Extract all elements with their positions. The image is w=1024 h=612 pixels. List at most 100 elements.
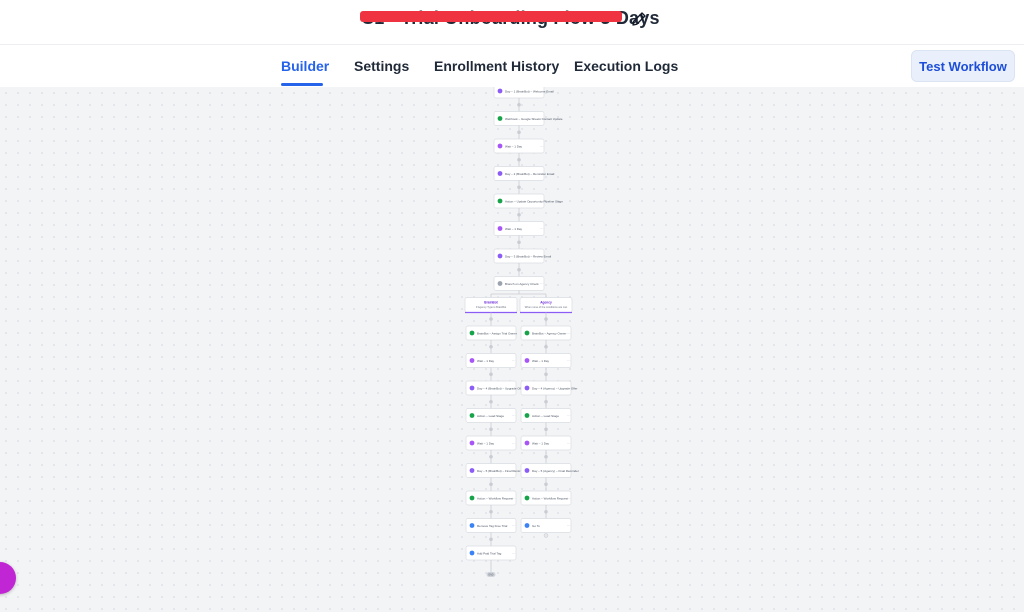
step-label: Action – Workflow Request (477, 497, 513, 501)
workflow-step-card[interactable]: Day – 4 (Agency) – Upgrade Offer⋯ (520, 380, 577, 396)
step-label: Branch on Agency Check (505, 282, 539, 286)
tab-settings[interactable]: Settings (354, 58, 409, 74)
workflow-step-card[interactable]: Day – 4 (BrainBot) – Upgrade Offer⋯ (465, 380, 524, 396)
add-step-icon[interactable] (517, 267, 521, 272)
add-step-icon[interactable] (544, 454, 548, 459)
more-options-icon[interactable]: ⋯ (512, 332, 516, 336)
workflow-step-card[interactable]: Branch on Agency Check ⋯ (493, 276, 545, 291)
workflow-step-card[interactable]: Day – 5 (BrainBot) – Final Reminder⋯ (465, 463, 525, 478)
step-label: Wait – 1 Day (477, 359, 495, 363)
workflow-step-card[interactable]: Action – Update Opportunity Pipeline Sta… (493, 193, 563, 209)
wait-icon (469, 440, 475, 446)
more-options-icon[interactable]: ⋯ (567, 414, 571, 418)
more-options-icon[interactable]: ⋯ (540, 227, 544, 231)
workflow-step-card[interactable]: Day – 5 (Agency) – Final Reminder⋯ (520, 463, 579, 478)
step-label: Remove Tag Free Trial (477, 524, 508, 528)
more-options-icon[interactable]: ⋯ (540, 172, 544, 176)
more-options-icon[interactable]: ⋯ (567, 524, 571, 528)
workflow-step-card[interactable]: Webhook – Google Sheets Contact Update⋯ (493, 111, 563, 126)
more-options-icon[interactable]: ⋯ (540, 145, 544, 149)
workflow-step-card[interactable]: Wait – 1 Day ⋯ (465, 435, 517, 451)
more-options-icon[interactable]: ⋯ (512, 359, 516, 363)
more-options-icon[interactable]: ⋯ (512, 497, 516, 501)
add-step-icon[interactable] (489, 372, 493, 377)
test-workflow-button[interactable]: Test Workflow (911, 50, 1015, 82)
tab-execution-logs[interactable]: Execution Logs (574, 58, 678, 74)
add-step-icon[interactable] (544, 372, 548, 377)
add-step-icon[interactable] (517, 185, 521, 190)
add-step-icon[interactable] (517, 240, 521, 245)
active-tab-indicator (281, 83, 323, 86)
email-icon (497, 88, 503, 94)
step-label: Day – 4 (Agency) – Upgrade Offer (532, 387, 577, 391)
add-step-icon[interactable] (544, 317, 548, 321)
add-step-icon[interactable] (517, 130, 521, 135)
workflow-step-card[interactable]: Action – Workflow Request ⋯ (465, 490, 517, 506)
add-step-icon[interactable] (489, 454, 493, 459)
add-step-icon[interactable] (544, 344, 548, 349)
workflow-step-card[interactable]: Day – 1 (BrainBot) – Welcome Email⋯ (493, 87, 554, 99)
tab-enrollment-history[interactable]: Enrollment History (434, 58, 559, 74)
pencil-icon[interactable] (630, 10, 648, 28)
goto-connector-icon[interactable] (543, 533, 549, 538)
more-options-icon[interactable]: ⋯ (512, 469, 516, 473)
step-label: Action – Lead Stage (532, 414, 559, 418)
add-step-icon[interactable] (489, 537, 493, 542)
more-options-icon[interactable]: ⋯ (567, 442, 571, 446)
add-step-icon[interactable] (544, 509, 548, 514)
branch-header-card[interactable]: AgencyWhen none of the conditions are me… (519, 297, 573, 314)
more-options-icon[interactable]: ⋯ (567, 497, 571, 501)
add-step-icon[interactable] (489, 509, 493, 514)
workflow-step-card[interactable]: BrainBot – Agency Owner ⋯ (520, 325, 572, 341)
more-options-icon[interactable]: ⋯ (512, 442, 516, 446)
workflow-step-card[interactable]: Day – 2 (BrainBot) – Reminder Email⋯ (493, 166, 555, 181)
more-options-icon[interactable]: ⋯ (540, 90, 544, 94)
workflow-step-card[interactable]: Wait – 1 Day ⋯ (493, 221, 545, 236)
email-icon (497, 171, 503, 176)
add-step-icon[interactable] (489, 399, 493, 404)
more-options-icon[interactable]: ⋯ (567, 387, 571, 391)
branch-header-card[interactable]: BrainBotIf Agency Type is BrainBot (464, 297, 518, 314)
more-options-icon[interactable]: ⋯ (567, 469, 571, 473)
more-options-icon[interactable]: ⋯ (540, 200, 544, 204)
workflow-step-card[interactable]: Day – 3 (BrainBot) – Review Email⋯ (493, 248, 552, 264)
step-label: Day – 4 (BrainBot) – Upgrade Offer (477, 387, 524, 391)
workflow-step-card[interactable]: Action – Workflow Request ⋯ (520, 490, 572, 506)
step-label: Add Paid Trial Tag (477, 552, 502, 556)
add-step-icon[interactable] (544, 482, 548, 487)
workflow-step-card[interactable]: Go To ⋯ (520, 518, 572, 533)
branch-title: Agency (540, 301, 552, 305)
add-step-icon[interactable] (517, 157, 521, 162)
add-step-icon[interactable] (544, 399, 548, 404)
add-step-icon[interactable] (544, 427, 548, 432)
more-options-icon[interactable]: ⋯ (540, 117, 544, 121)
condition-icon (497, 281, 503, 286)
workflow-step-card[interactable]: Action – Lead Stage ⋯ (520, 408, 572, 423)
workflow-step-card[interactable]: Wait – 1 Day ⋯ (520, 435, 572, 451)
workflow-step-card[interactable]: Add Paid Trial Tag ⋯ (465, 545, 517, 561)
workflow-step-card[interactable]: Wait – 1 Day ⋯ (520, 353, 572, 368)
add-step-icon[interactable] (489, 482, 493, 487)
add-step-icon[interactable] (489, 427, 493, 432)
more-options-icon[interactable]: ⋯ (512, 387, 516, 391)
end-label: END (488, 574, 493, 577)
more-options-icon[interactable]: ⋯ (567, 359, 571, 363)
more-options-icon[interactable]: ⋯ (512, 414, 516, 418)
more-options-icon[interactable]: ⋯ (512, 552, 516, 556)
more-options-icon[interactable]: ⋯ (567, 332, 571, 336)
add-step-icon[interactable] (517, 102, 521, 107)
workflow-step-card[interactable]: Wait – 1 Day ⋯ (493, 138, 545, 154)
add-step-icon[interactable] (517, 212, 521, 217)
email-icon (469, 468, 475, 473)
workflow-step-card[interactable]: Action – Lead Stage ⋯ (465, 408, 517, 423)
workflow-step-card[interactable]: BrainBot – Assign Trial Owner⋯ (465, 325, 517, 341)
more-options-icon[interactable]: ⋯ (512, 524, 516, 528)
tab-builder[interactable]: Builder (281, 58, 329, 74)
tab-bar: Builder Settings Enrollment History Exec… (0, 44, 1024, 88)
workflow-step-card[interactable]: Remove Tag Free Trial ⋯ (465, 518, 517, 533)
workflow-step-card[interactable]: Wait – 1 Day ⋯ (465, 353, 517, 368)
more-options-icon[interactable]: ⋯ (540, 282, 544, 286)
add-step-icon[interactable] (489, 317, 493, 321)
add-step-icon[interactable] (489, 344, 493, 349)
more-options-icon[interactable]: ⋯ (540, 255, 544, 259)
